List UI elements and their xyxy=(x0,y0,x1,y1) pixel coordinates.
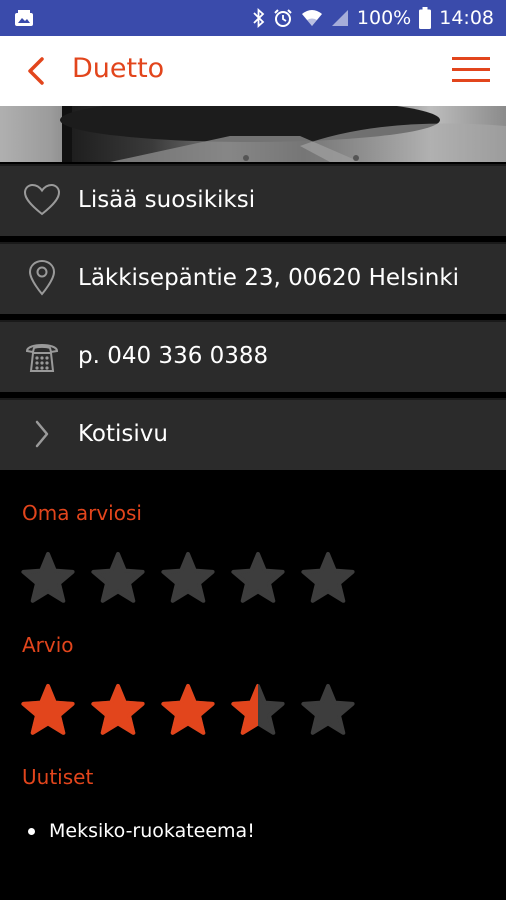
phone-label: p. 040 336 0388 xyxy=(78,343,269,369)
wifi-icon xyxy=(301,8,323,28)
phone-row[interactable]: p. 040 336 0388 xyxy=(0,320,506,392)
average-rating-star-icon xyxy=(301,684,355,735)
news-item-text: Meksiko-ruokateema! xyxy=(49,820,255,842)
own-rating-star-icon[interactable] xyxy=(230,551,286,607)
battery-percent: 100% xyxy=(356,7,412,29)
news-list: Meksiko-ruokateema! xyxy=(22,820,255,842)
own-rating-star-icon[interactable] xyxy=(160,551,216,607)
homepage-row[interactable]: Kotisivu xyxy=(0,398,506,470)
add-favorite-label: Lisää suosikiksi xyxy=(78,187,256,213)
address-row[interactable]: Läkkisepäntie 23, 00620 Helsinki xyxy=(0,242,506,314)
bluetooth-icon xyxy=(253,8,265,28)
bullet xyxy=(28,827,35,835)
clock: 14:08 xyxy=(439,7,494,29)
own-rating-title: Oma arviosi xyxy=(22,501,142,525)
list-item[interactable]: Meksiko-ruokateema! xyxy=(22,820,255,842)
telephone-icon xyxy=(22,338,62,374)
average-rating-star-icon xyxy=(91,684,145,735)
address-label: Läkkisepäntie 23, 00620 Helsinki xyxy=(78,265,460,291)
own-rating-star-icon[interactable] xyxy=(20,551,76,607)
page-title: Duetto xyxy=(72,53,165,84)
hamburger-menu-icon xyxy=(452,57,490,82)
photo-notification-icon xyxy=(14,9,34,31)
average-rating-star-icon xyxy=(21,684,75,735)
average-rating-stars xyxy=(20,683,356,739)
alarm-icon xyxy=(273,8,293,28)
app-bar: Duetto xyxy=(0,36,506,106)
add-favorite-row[interactable]: Lisää suosikiksi xyxy=(0,164,506,236)
signal-icon xyxy=(331,9,349,27)
own-rating-star-icon[interactable] xyxy=(90,551,146,607)
chevron-left-icon xyxy=(28,57,44,85)
own-rating-star-icon[interactable] xyxy=(300,551,356,607)
average-rating-star-icon xyxy=(231,684,285,735)
homepage-label: Kotisivu xyxy=(78,421,168,447)
news-title: Uutiset xyxy=(22,765,94,789)
location-pin-icon xyxy=(22,260,62,296)
chevron-right-icon xyxy=(22,416,62,452)
own-rating-stars[interactable] xyxy=(20,551,356,607)
status-bar: 100% 14:08 xyxy=(0,0,506,36)
rating-title: Arvio xyxy=(22,633,74,657)
average-rating-star-icon xyxy=(161,684,215,735)
heart-icon xyxy=(22,182,62,218)
hero-image xyxy=(0,106,506,162)
back-button[interactable] xyxy=(20,54,54,88)
battery-icon xyxy=(419,7,432,29)
menu-button[interactable] xyxy=(452,55,490,85)
